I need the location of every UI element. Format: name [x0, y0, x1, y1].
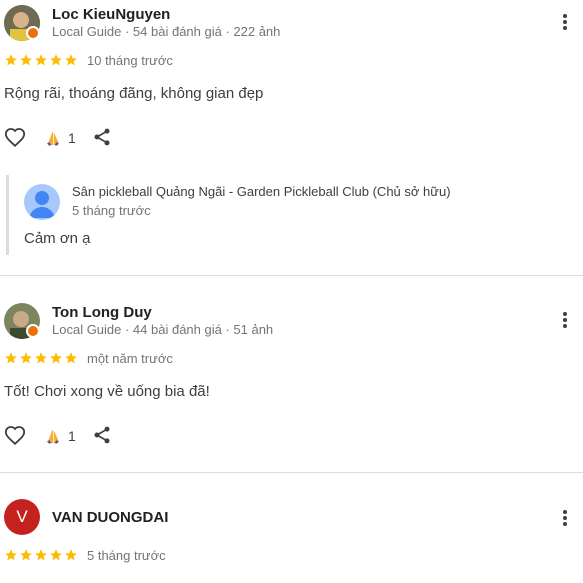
star-icon: [64, 548, 78, 562]
star-icon: [64, 351, 78, 365]
author-name[interactable]: Ton Long Duy: [52, 304, 152, 321]
review-text: Tốt! Chơi xong về uống bia đã!: [4, 383, 210, 400]
more-vert-icon[interactable]: [560, 12, 570, 32]
star-icon: [19, 548, 33, 562]
review-time: 10 tháng trước: [87, 53, 173, 68]
like-count: 1: [68, 428, 76, 444]
author-meta: Local Guide · 54 bài đánh giá · 222 ảnh: [52, 24, 281, 39]
owner-avatar: [24, 184, 60, 220]
share-icon[interactable]: [92, 425, 112, 445]
star-icon: [4, 351, 18, 365]
hands-icon: [44, 130, 62, 148]
author-name[interactable]: Loc KieuNguyen: [52, 6, 170, 23]
divider: [0, 275, 583, 276]
local-guide-badge: [26, 324, 40, 338]
divider: [0, 472, 583, 473]
owner-name: Sân pickleball Quảng Ngãi - Garden Pickl…: [72, 184, 451, 199]
owner-reply: Sân pickleball Quảng Ngãi - Garden Pickl…: [6, 175, 579, 255]
avatar[interactable]: V: [4, 499, 40, 535]
owner-reply-time: 5 tháng trước: [72, 203, 151, 218]
star-rating: [4, 548, 78, 562]
review-time: 5 tháng trước: [87, 548, 166, 563]
review-time: một năm trước: [87, 351, 173, 366]
star-icon: [64, 53, 78, 67]
star-icon: [19, 53, 33, 67]
review-text: Rộng rãi, thoáng đãng, không gian đẹp: [4, 85, 264, 102]
star-icon: [4, 53, 18, 67]
hands-icon: [44, 428, 62, 446]
star-icon: [34, 548, 48, 562]
star-rating: [4, 351, 78, 365]
star-icon: [34, 53, 48, 67]
star-icon: [49, 53, 63, 67]
star-icon: [4, 548, 18, 562]
star-icon: [49, 548, 63, 562]
owner-reply-text: Cảm ơn ạ: [24, 230, 91, 247]
more-vert-icon[interactable]: [560, 310, 570, 330]
star-icon: [49, 351, 63, 365]
more-vert-icon[interactable]: [560, 508, 570, 528]
star-rating: [4, 53, 78, 67]
local-guide-badge: [26, 26, 40, 40]
star-icon: [34, 351, 48, 365]
share-icon[interactable]: [92, 127, 112, 147]
heart-icon[interactable]: [4, 127, 26, 149]
author-name[interactable]: VAN DUONGDAI: [52, 509, 168, 526]
star-icon: [19, 351, 33, 365]
like-count: 1: [68, 130, 76, 146]
heart-icon[interactable]: [4, 425, 26, 447]
author-meta: Local Guide · 44 bài đánh giá · 51 ảnh: [52, 322, 274, 337]
